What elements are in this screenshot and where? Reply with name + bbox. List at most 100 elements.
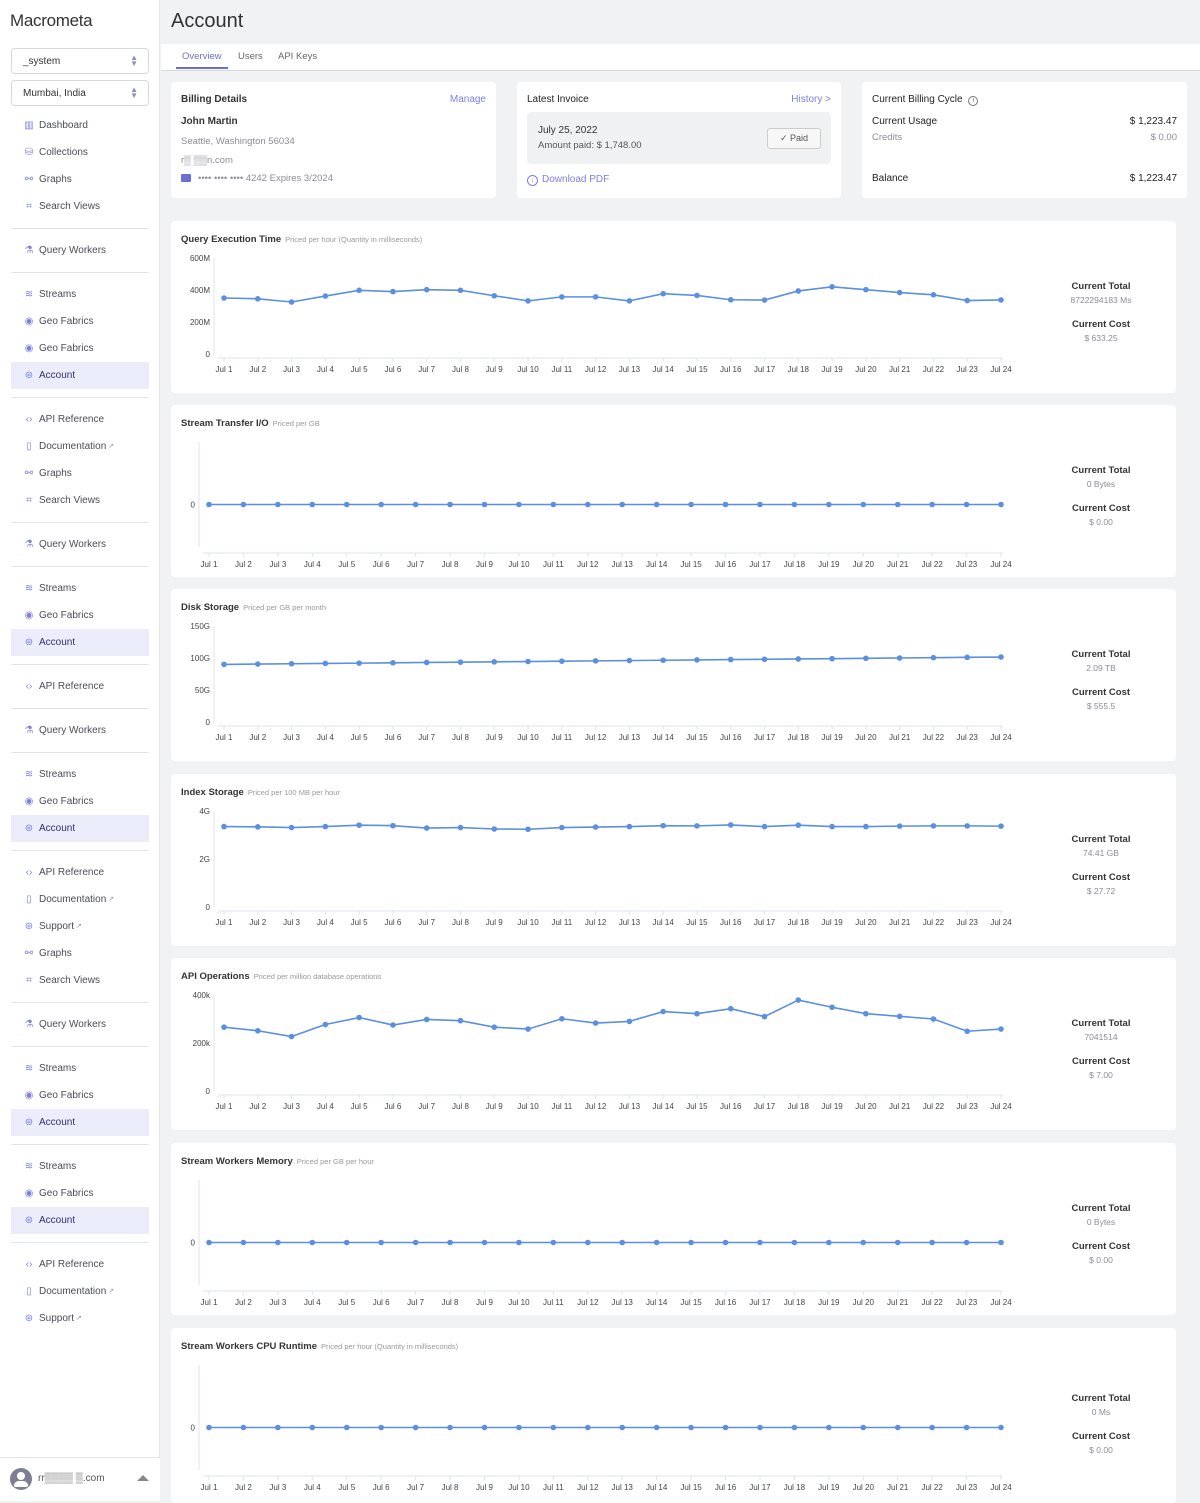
data-point[interactable]	[619, 1424, 626, 1431]
data-point[interactable]	[660, 290, 666, 297]
data-point[interactable]	[378, 501, 384, 508]
data-point[interactable]	[322, 660, 329, 667]
data-point[interactable]	[240, 1424, 247, 1431]
data-point[interactable]	[412, 1424, 419, 1431]
data-point[interactable]	[829, 655, 835, 662]
data-point[interactable]	[688, 1239, 694, 1246]
data-point[interactable]	[757, 1239, 763, 1246]
data-point[interactable]	[206, 501, 212, 508]
data-point[interactable]	[559, 658, 565, 664]
sidebar-item-geo-fabrics[interactable]: ◉ Geo Fabrics	[11, 1082, 149, 1109]
data-point[interactable]	[254, 1027, 261, 1034]
data-point[interactable]	[288, 299, 295, 305]
sidebar-item-query-workers[interactable]: ⚗ Query Workers	[11, 1011, 149, 1038]
data-point[interactable]	[863, 655, 869, 662]
data-point[interactable]	[423, 1016, 430, 1023]
data-point[interactable]	[863, 823, 869, 830]
data-point[interactable]	[516, 1424, 522, 1431]
data-point[interactable]	[559, 1015, 565, 1022]
data-point[interactable]	[722, 501, 729, 508]
sidebar-item-graphs[interactable]: ⚯ Graphs	[11, 460, 149, 487]
history-link[interactable]: History >	[791, 94, 831, 105]
data-point[interactable]	[791, 501, 798, 508]
data-point[interactable]	[457, 659, 464, 665]
data-point[interactable]	[447, 1424, 453, 1431]
data-point[interactable]	[221, 295, 227, 301]
data-point[interactable]	[688, 501, 694, 508]
data-point[interactable]	[930, 823, 937, 829]
sidebar-item-support[interactable]: ⊛ Support ↗	[11, 913, 149, 940]
tab-api-keys[interactable]: API Keys	[278, 51, 317, 62]
data-point[interactable]	[481, 501, 488, 508]
data-point[interactable]	[550, 501, 557, 508]
data-point[interactable]	[584, 501, 591, 508]
data-point[interactable]	[964, 654, 971, 661]
sidebar-item-account[interactable]: ⊛ Account	[11, 362, 149, 389]
data-point[interactable]	[592, 294, 599, 300]
data-point[interactable]	[309, 501, 316, 508]
data-point[interactable]	[653, 1424, 660, 1431]
data-point[interactable]	[491, 659, 498, 665]
data-point[interactable]	[896, 655, 903, 661]
tab-overview[interactable]: Overview	[176, 51, 228, 69]
data-point[interactable]	[930, 1016, 937, 1022]
data-point[interactable]	[653, 1239, 660, 1246]
data-point[interactable]	[660, 1008, 666, 1015]
data-point[interactable]	[447, 501, 453, 508]
data-point[interactable]	[550, 1239, 557, 1246]
data-point[interactable]	[795, 997, 802, 1003]
paid-status-button[interactable]: ✓ Paid	[767, 128, 821, 149]
data-point[interactable]	[791, 1239, 798, 1246]
data-point[interactable]	[653, 501, 660, 508]
sidebar-item-streams[interactable]: ≋ Streams	[11, 575, 149, 602]
data-point[interactable]	[963, 1424, 970, 1431]
data-point[interactable]	[206, 1424, 212, 1431]
data-point[interactable]	[447, 1239, 453, 1246]
data-point[interactable]	[761, 656, 768, 663]
data-point[interactable]	[275, 1424, 281, 1431]
data-point[interactable]	[390, 660, 396, 666]
sidebar-item-account[interactable]: ⊛ Account	[11, 1109, 149, 1136]
data-point[interactable]	[660, 822, 666, 829]
sidebar-item-api-reference[interactable]: ‹› API Reference	[11, 406, 149, 433]
data-point[interactable]	[626, 657, 633, 664]
sidebar-item-geo-fabrics[interactable]: ◉ Geo Fabrics	[11, 308, 149, 335]
data-point[interactable]	[288, 1033, 295, 1040]
data-point[interactable]	[275, 1239, 281, 1246]
data-point[interactable]	[619, 1239, 626, 1246]
sidebar-item-geo-fabrics[interactable]: ◉ Geo Fabrics	[11, 788, 149, 815]
sidebar-item-account[interactable]: ⊛ Account	[11, 629, 149, 656]
sidebar-item-documentation[interactable]: ▯ Documentation ↗	[11, 886, 149, 913]
sidebar-item-support[interactable]: ⊛ Support ↗	[11, 1305, 149, 1332]
data-point[interactable]	[275, 501, 281, 508]
sidebar-item-documentation[interactable]: ▯ Documentation ↗	[11, 1278, 149, 1305]
data-point[interactable]	[481, 1239, 488, 1246]
data-point[interactable]	[322, 1021, 329, 1028]
data-point[interactable]	[343, 1424, 350, 1431]
data-point[interactable]	[412, 501, 419, 508]
data-point[interactable]	[481, 1424, 488, 1431]
data-point[interactable]	[356, 660, 362, 666]
data-point[interactable]	[863, 1010, 869, 1017]
data-point[interactable]	[963, 1239, 970, 1246]
data-point[interactable]	[791, 1424, 798, 1431]
data-point[interactable]	[525, 658, 531, 665]
sidebar-item-streams[interactable]: ≋ Streams	[11, 281, 149, 308]
data-point[interactable]	[626, 1018, 633, 1025]
data-point[interactable]	[795, 656, 802, 662]
data-point[interactable]	[356, 1014, 362, 1021]
data-point[interactable]	[322, 293, 329, 299]
data-point[interactable]	[694, 657, 700, 663]
data-point[interactable]	[694, 1010, 700, 1017]
data-point[interactable]	[423, 659, 430, 666]
region-select[interactable]: Mumbai, India ▲ ▼	[11, 80, 149, 106]
data-point[interactable]	[221, 823, 227, 830]
sidebar-item-query-workers[interactable]: ⚗ Query Workers	[11, 237, 149, 264]
data-point[interactable]	[584, 1239, 591, 1246]
data-point[interactable]	[423, 825, 430, 831]
sidebar-item-graphs[interactable]: ⚯ Graphs	[11, 940, 149, 967]
sidebar-item-query-workers[interactable]: ⚗ Query Workers	[11, 531, 149, 558]
sidebar-item-geo-fabrics[interactable]: ◉ Geo Fabrics	[11, 335, 149, 362]
data-point[interactable]	[254, 661, 261, 667]
data-point[interactable]	[619, 501, 626, 508]
